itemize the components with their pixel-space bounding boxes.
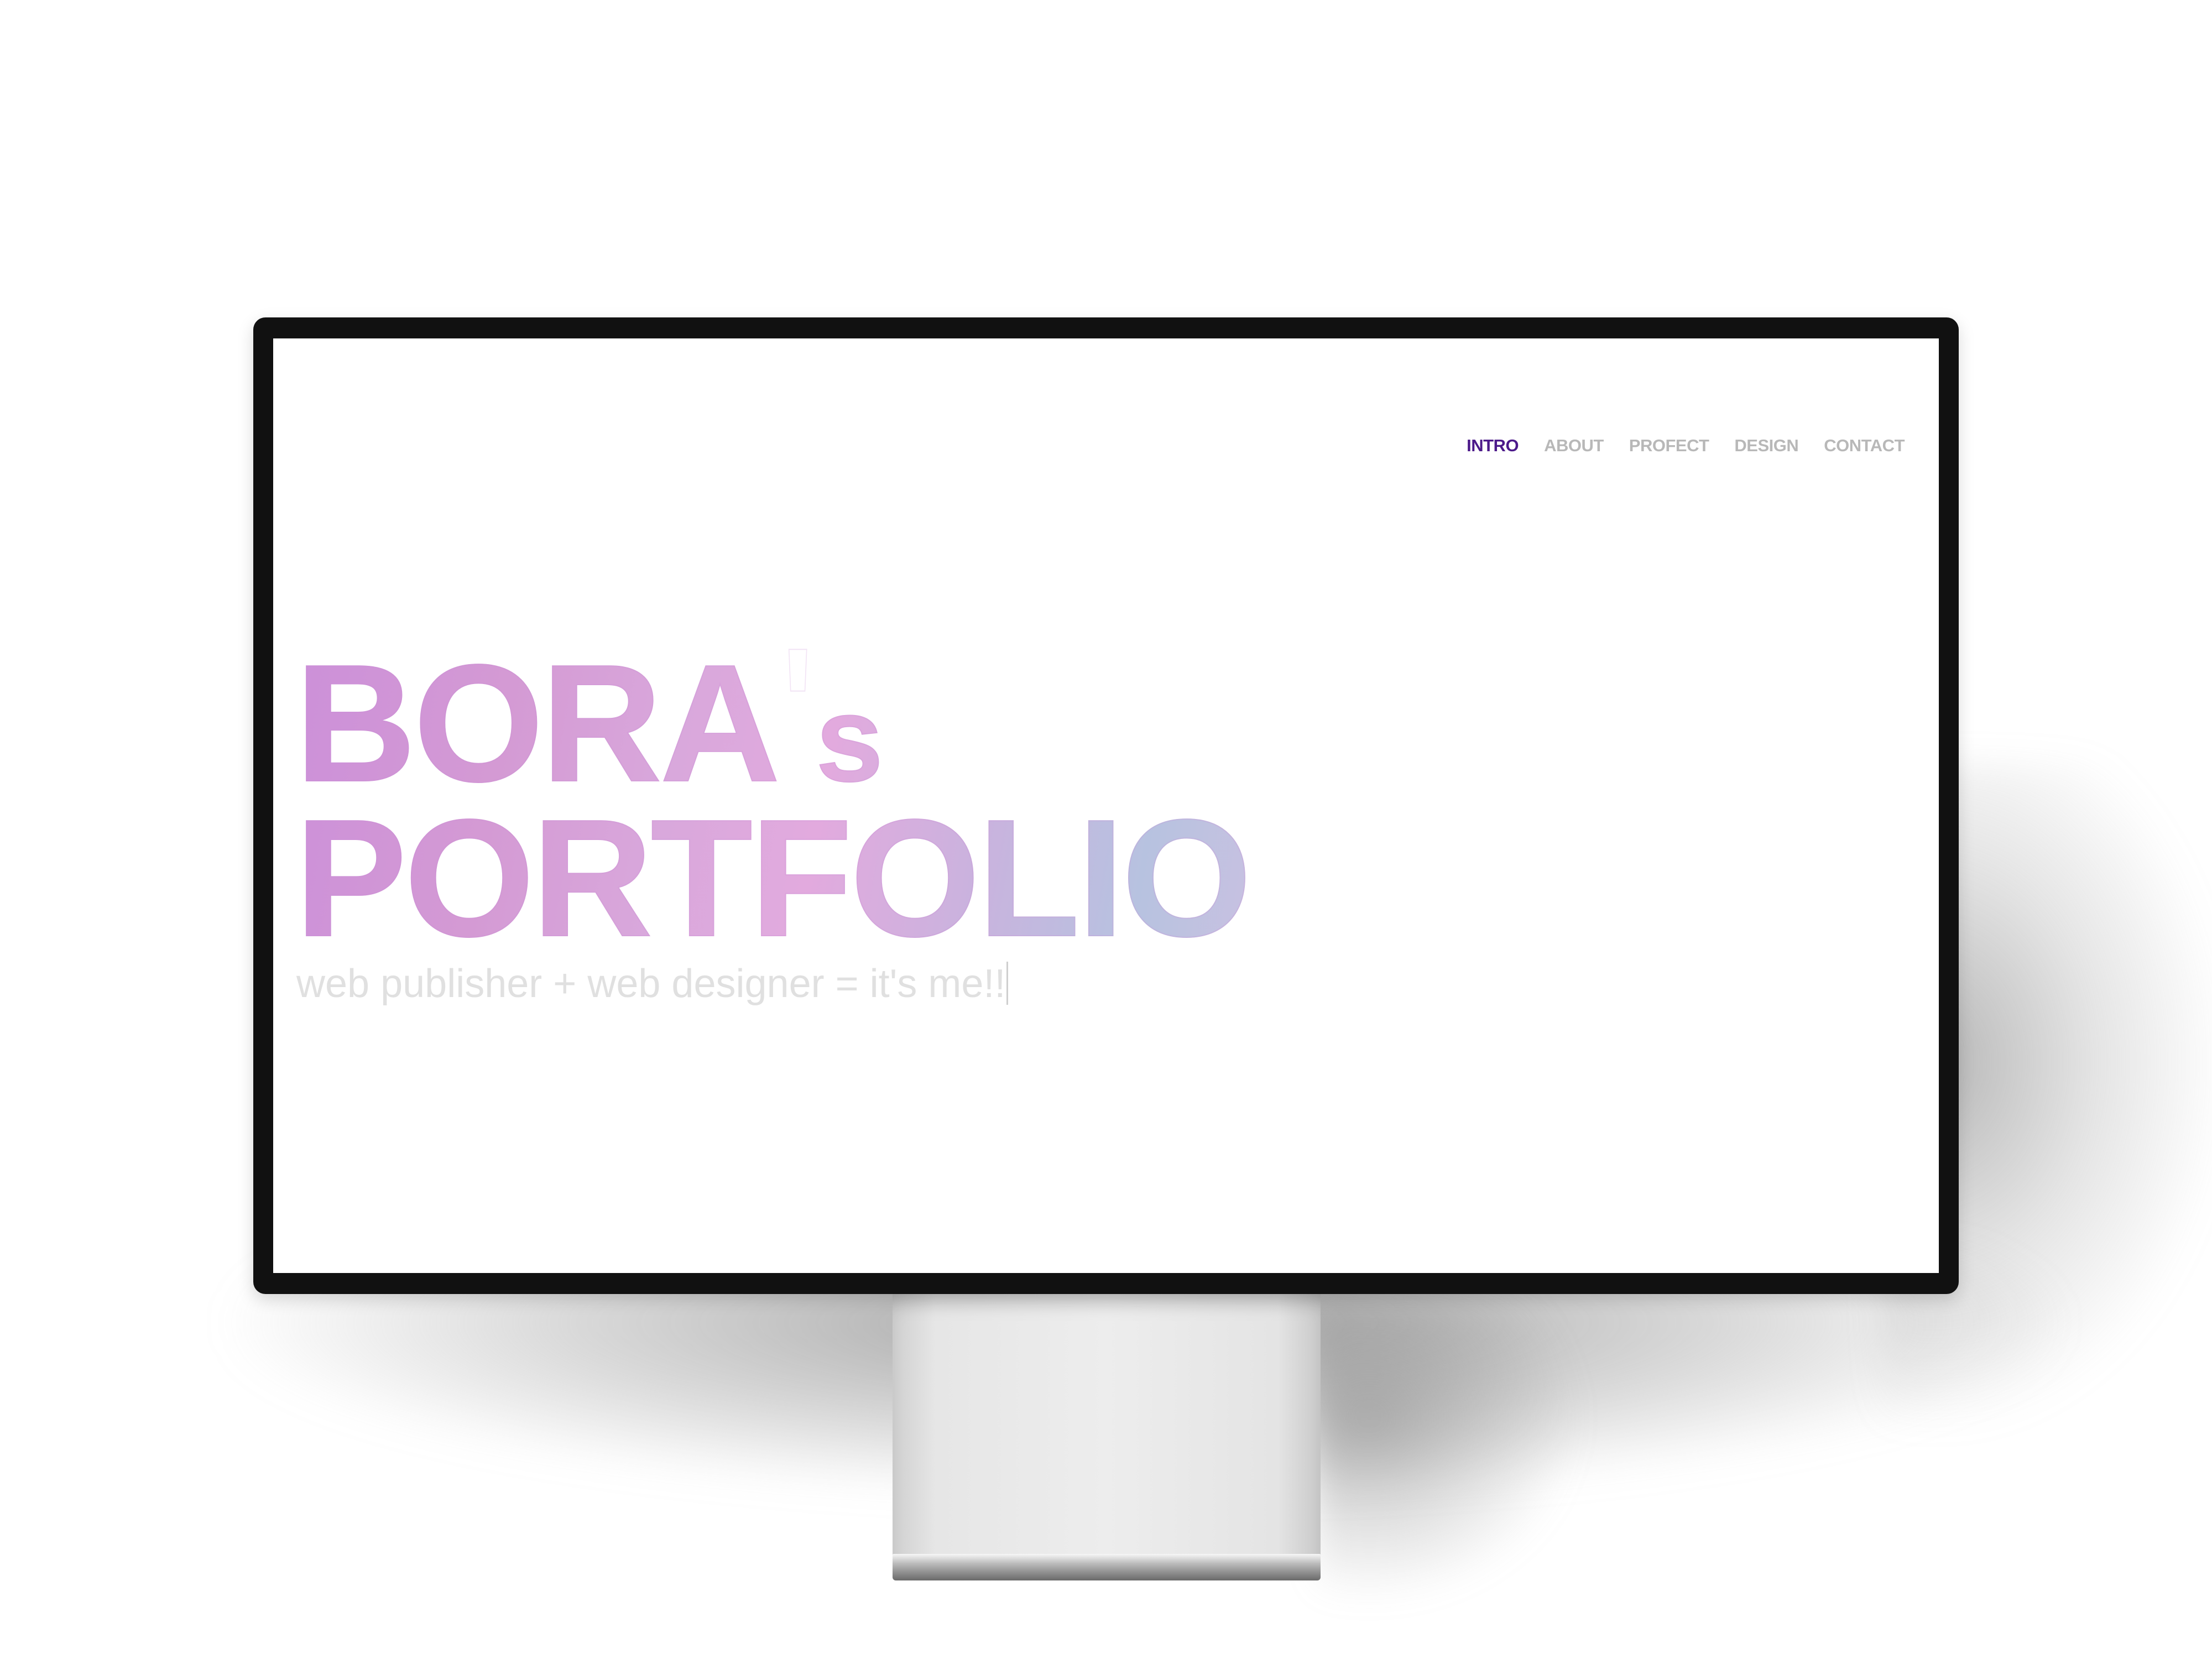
typing-caret xyxy=(1006,962,1009,1005)
monitor-screen: INTRO ABOUT PROFECT DESIGN CONTACT BORA'… xyxy=(273,338,1939,1273)
monitor-stand-neck xyxy=(893,1288,1321,1558)
hero-title-line-2: PORTFOLIO xyxy=(295,785,1253,971)
nav-item-design[interactable]: DESIGN xyxy=(1734,436,1798,456)
hero-title-apostrophe: ' xyxy=(781,613,814,800)
nav-item-about[interactable]: ABOUT xyxy=(1544,436,1604,456)
hero-tagline-text: web publisher + web designer = it's me!! xyxy=(296,962,1006,1006)
main-nav: INTRO ABOUT PROFECT DESIGN CONTACT xyxy=(1467,436,1905,456)
stand-shadow xyxy=(1316,1294,1582,1604)
nav-item-profect[interactable]: PROFECT xyxy=(1629,436,1709,456)
monitor-stand-foot xyxy=(893,1554,1321,1580)
hero-title: BORA's PORTFOLIO xyxy=(295,623,1253,971)
nav-item-contact[interactable]: CONTACT xyxy=(1824,436,1905,456)
nav-item-intro[interactable]: INTRO xyxy=(1467,436,1519,456)
monitor-bezel: INTRO ABOUT PROFECT DESIGN CONTACT BORA'… xyxy=(253,317,1959,1294)
hero-tagline: web publisher + web designer = it's me!! xyxy=(296,961,1009,1006)
